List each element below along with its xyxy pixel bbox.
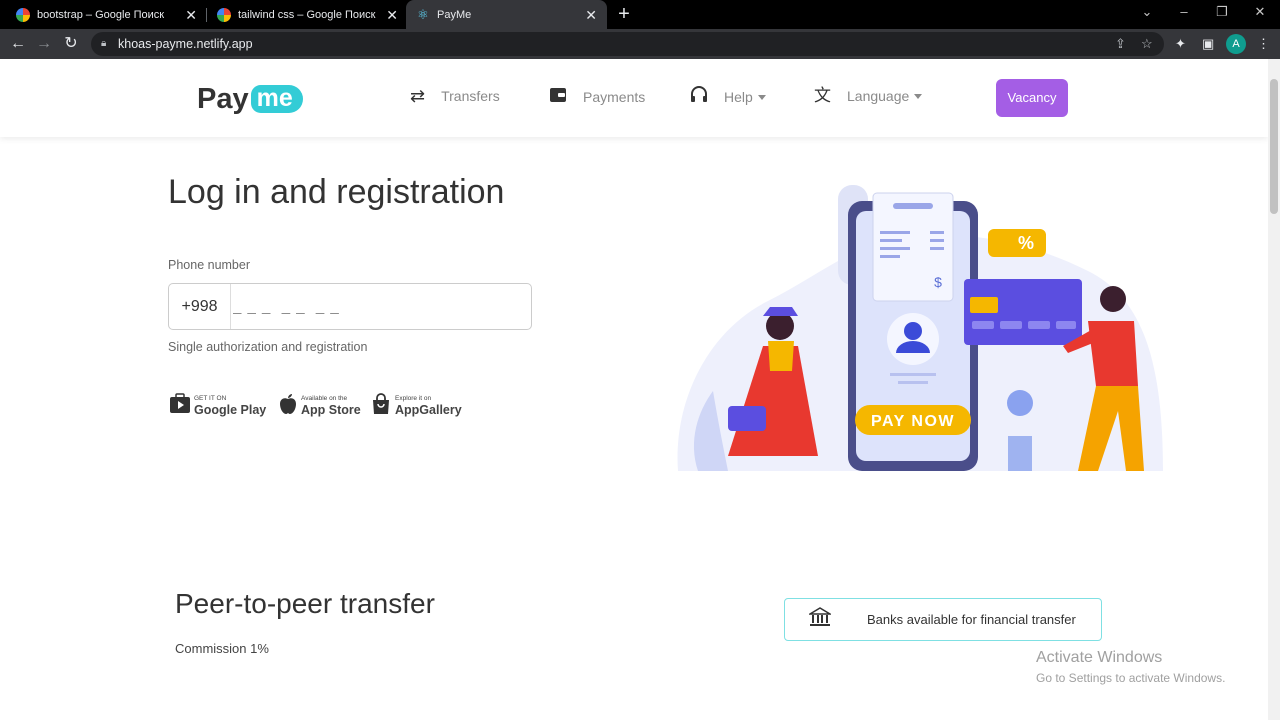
maximize-icon[interactable]: ❐: [1212, 4, 1232, 20]
dollar-sign: $: [934, 274, 942, 290]
menu-icon[interactable]: ⋮: [1257, 36, 1270, 52]
bookmark-star-icon[interactable]: ☆: [1141, 35, 1153, 53]
nav-language[interactable]: 文 Language: [814, 86, 923, 106]
activation-title: Activate Windows: [1036, 649, 1163, 666]
banks-available-button[interactable]: Banks available for financial transfer: [784, 598, 1102, 641]
lock-icon[interactable]: 🔒︎: [101, 32, 106, 56]
scrollbar-thumb[interactable]: [1270, 79, 1278, 214]
back-icon[interactable]: ←: [7, 33, 29, 55]
logo-me: me: [250, 85, 303, 113]
browser-tab[interactable]: tailwind css – Google Поиск ✕: [207, 0, 408, 29]
site-header: Pay me ⇄ Transfers Payments Help 文 Langu…: [0, 59, 1268, 137]
store-small-text: Available on the: [301, 395, 348, 402]
phone-prefix: +998: [169, 284, 231, 329]
react-icon: ⚛: [417, 6, 429, 22]
page: Pay me ⇄ Transfers Payments Help 文 Langu…: [0, 59, 1280, 720]
forward-icon[interactable]: →: [33, 33, 55, 55]
close-icon[interactable]: ✕: [585, 8, 597, 22]
tab-title: bootstrap – Google Поиск: [37, 8, 165, 21]
url-text: khoas-payme.netlify.app: [118, 37, 253, 51]
page-scrollbar[interactable]: [1268, 59, 1280, 720]
caret-down-icon: [914, 93, 923, 99]
browser-tab-strip: bootstrap – Google Поиск ✕ tailwind css …: [0, 0, 1280, 29]
phone-input[interactable]: [233, 290, 523, 323]
app-gallery-icon: [370, 393, 392, 419]
browser-toolbar: ← → ↻ 🔒︎ khoas-payme.netlify.app ⇪ ☆ ✦ ▣…: [0, 29, 1280, 59]
close-icon[interactable]: ✕: [185, 8, 197, 22]
vacancy-button[interactable]: Vacancy: [996, 79, 1068, 117]
store-name: Google Play: [194, 403, 267, 417]
play-store-icon: [169, 393, 191, 419]
app-store-link[interactable]: Available on the App Store: [278, 393, 361, 419]
logo-pay: Pay: [197, 82, 249, 115]
nav-transfers[interactable]: ⇄ Transfers: [410, 86, 500, 106]
activation-subtitle: Go to Settings to activate Windows.: [1036, 671, 1226, 685]
tab-search-icon[interactable]: ⌄: [1137, 4, 1157, 20]
phone-label: Phone number: [168, 258, 251, 272]
app-gallery-link[interactable]: Explore it on AppGallery: [370, 393, 462, 419]
pay-now-text: PAY NOW: [871, 413, 955, 430]
store-small-text: GET IT ON: [194, 395, 227, 402]
store-name: AppGallery: [395, 403, 462, 417]
tab-title: PayMe: [437, 8, 472, 21]
profile-avatar[interactable]: A: [1226, 34, 1246, 54]
google-icon: [16, 7, 30, 22]
address-bar[interactable]: 🔒︎ khoas-payme.netlify.app ⇪ ☆: [91, 32, 1164, 56]
transfer-arrows-icon: ⇄: [410, 86, 426, 106]
auth-note: Single authorization and registration: [168, 340, 368, 354]
apple-icon: [278, 393, 298, 419]
nav-help[interactable]: Help: [690, 86, 766, 108]
close-icon[interactable]: ✕: [386, 8, 398, 22]
page-title: Log in and registration: [168, 173, 505, 211]
window-close-icon[interactable]: ✕: [1250, 4, 1270, 20]
bank-icon: [807, 607, 833, 632]
nav-label: Language: [847, 88, 910, 104]
payme-logo[interactable]: Pay me: [197, 79, 303, 119]
p2p-title: Peer-to-peer transfer: [175, 588, 435, 619]
phone-field[interactable]: +998: [168, 283, 532, 330]
store-small-text: Explore it on: [395, 395, 432, 402]
nav-label: Transfers: [441, 88, 500, 104]
translate-icon: 文: [814, 86, 831, 105]
side-panel-icon[interactable]: ▣: [1202, 36, 1214, 52]
headphones-icon: [690, 86, 708, 108]
commission-text: Commission 1%: [175, 641, 269, 656]
payment-illustration: $ PAY NOW %: [677, 185, 1163, 471]
extensions-icon[interactable]: ✦: [1175, 36, 1186, 52]
share-icon[interactable]: ⇪: [1115, 35, 1126, 53]
nav-label: Help: [724, 89, 753, 105]
google-icon: [217, 7, 231, 22]
minimize-icon[interactable]: –: [1174, 4, 1194, 19]
percent-tag: %: [1018, 233, 1034, 253]
reload-icon[interactable]: ↻: [60, 33, 82, 55]
wallet-icon: [549, 86, 567, 108]
browser-tab[interactable]: bootstrap – Google Поиск ✕: [6, 0, 207, 29]
nav-payments[interactable]: Payments: [549, 86, 645, 108]
new-tab-button[interactable]: +: [614, 3, 634, 26]
banks-label: Banks available for financial transfer: [867, 612, 1076, 627]
google-play-link[interactable]: GET IT ON Google Play: [169, 393, 266, 419]
nav-label: Payments: [583, 89, 646, 105]
caret-down-icon: [757, 94, 766, 100]
browser-tab-active[interactable]: ⚛ PayMe ✕: [406, 0, 607, 29]
tab-title: tailwind css – Google Поиск: [238, 8, 376, 21]
windows-activation-watermark: Activate Windows Go to Settings to activ…: [1036, 649, 1225, 685]
store-name: App Store: [301, 403, 361, 417]
